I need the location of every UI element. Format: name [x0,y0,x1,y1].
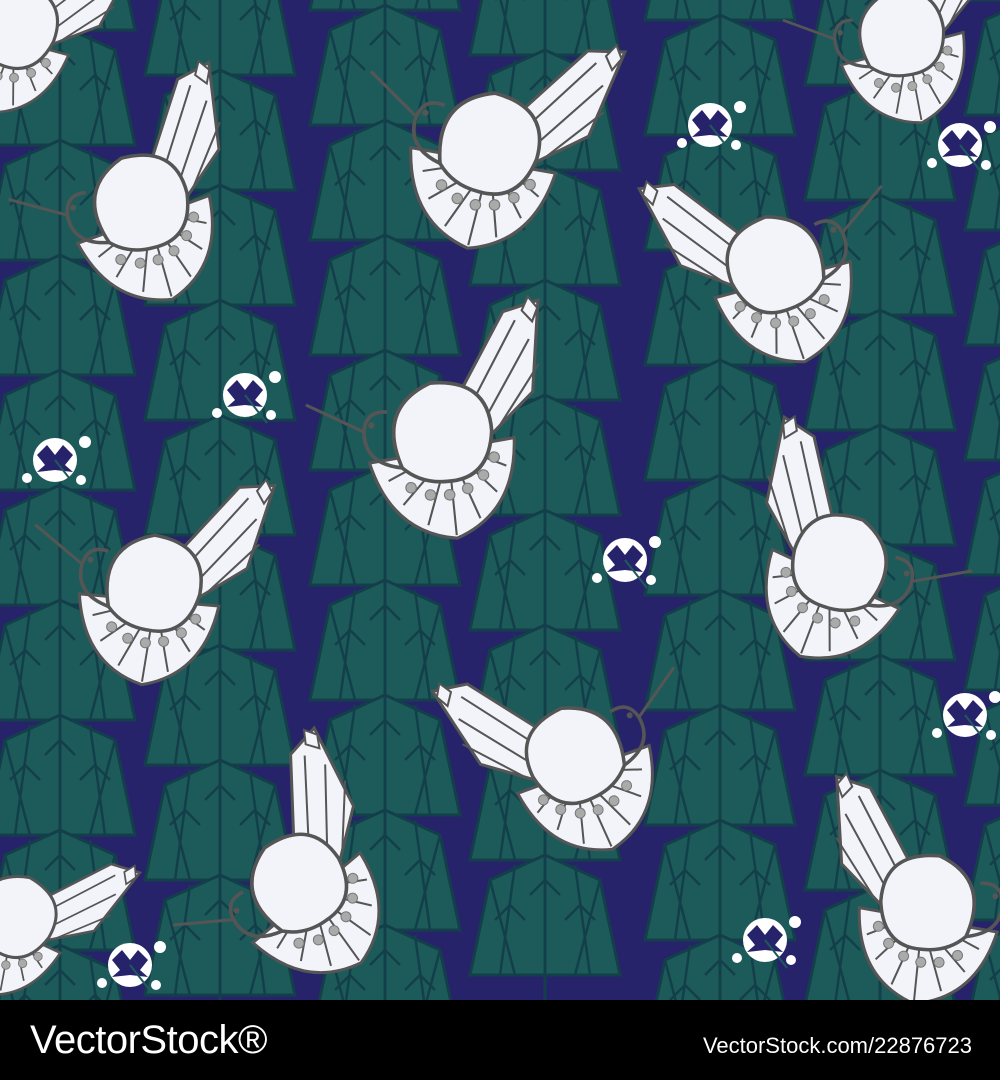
image-id: VectorStock.com/22876723 [702,1033,972,1058]
crane-pattern-artwork [0,0,1000,1000]
brand-logo: VectorStock® [30,1018,267,1062]
page: VectorStock® VectorStock.com/22876723 [0,0,1000,1080]
watermark-footer: VectorStock® VectorStock.com/22876723 [0,1000,1000,1080]
